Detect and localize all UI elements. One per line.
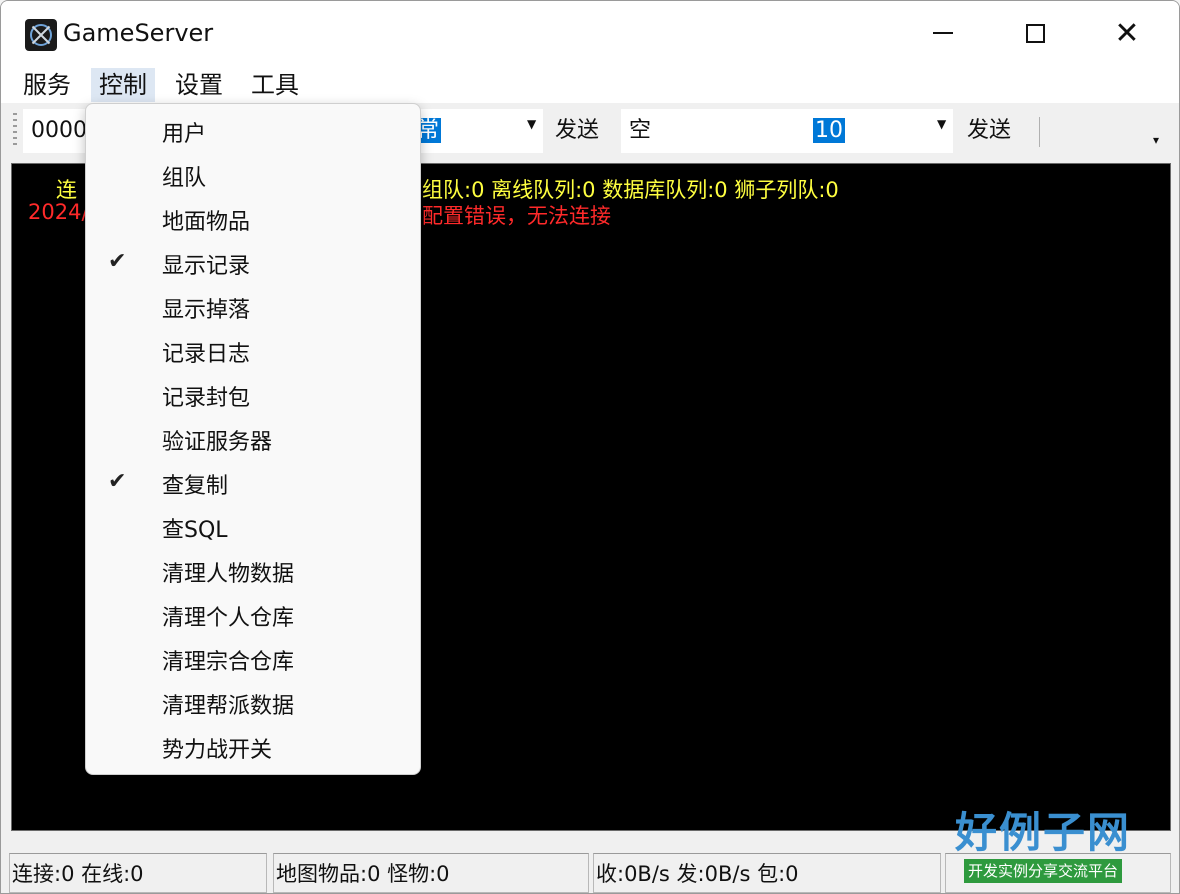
status-map: 地图物品:0 怪物:0 xyxy=(273,853,589,893)
send-button-1[interactable]: 发送 xyxy=(555,109,599,153)
chevron-down-icon[interactable]: ▼ xyxy=(527,117,536,131)
control-menu-item[interactable]: 验证服务器 xyxy=(86,417,420,461)
control-menu-item[interactable]: 查SQL xyxy=(86,505,420,549)
close-icon: ✕ xyxy=(1114,15,1140,51)
close-button[interactable]: ✕ xyxy=(1081,1,1173,65)
control-menu-item-label: 显示掉落 xyxy=(162,298,251,323)
menu-control[interactable]: 控制 xyxy=(91,68,155,102)
status-connections: 连接:0 在线:0 xyxy=(9,853,267,893)
chevron-down-icon[interactable]: ▼ xyxy=(937,117,946,131)
control-menu-item[interactable]: 记录封包 xyxy=(86,373,420,417)
minimize-button[interactable] xyxy=(897,1,989,65)
control-menu-item-label: 记录封包 xyxy=(162,386,251,411)
log-line-error: 配置错误，无法连接 xyxy=(422,204,611,228)
control-menu-item[interactable]: 清理个人仓库 xyxy=(86,593,420,637)
control-menu-item-label: 清理个人仓库 xyxy=(162,606,295,631)
control-menu-item-label: 验证服务器 xyxy=(162,430,273,455)
control-menu-item-label: 地面物品 xyxy=(162,210,251,235)
control-menu-item[interactable]: 清理人物数据 xyxy=(86,549,420,593)
control-menu-item[interactable]: 组队 xyxy=(86,153,420,197)
control-dropdown-menu: 用户组队地面物品 ✔ 显示记录显示掉落记录日志记录封包验证服务器 ✔ 查复制查SQL 清理… xyxy=(85,103,421,775)
log-line-error-prefix: 2024/ xyxy=(28,200,89,224)
control-menu-item-label: 查SQL xyxy=(162,518,228,543)
control-menu-item[interactable]: ✔ 显示记录 xyxy=(86,241,420,285)
control-menu-item[interactable]: 记录日志 xyxy=(86,329,420,373)
toolbar-grip[interactable] xyxy=(13,113,17,147)
control-menu-item-label: 组队 xyxy=(162,166,207,191)
menu-tools[interactable]: 工具 xyxy=(243,68,307,102)
control-menu-item[interactable]: 用户 xyxy=(86,109,420,153)
control-menu-item-label: 清理人物数据 xyxy=(162,562,295,587)
app-logo-icon xyxy=(25,19,57,51)
menu-settings[interactable]: 设置 xyxy=(167,68,231,102)
status-traffic: 收:0B/s 发:0B/s 包:0 xyxy=(593,853,941,893)
control-menu-item[interactable]: 地面物品 xyxy=(86,197,420,241)
checkmark-icon: ✔ xyxy=(108,469,127,494)
app-window: GameServer ✕ 服务 控制 设置 工具 0000 常 ▼ 发送 空 1… xyxy=(0,0,1180,894)
control-menu-item-label: 用户 xyxy=(162,122,207,147)
control-menu-item-label: 清理帮派数据 xyxy=(162,694,295,719)
window-title: GameServer xyxy=(63,19,214,47)
title-bar: GameServer ✕ xyxy=(1,1,1179,65)
minimize-icon xyxy=(933,32,953,34)
control-menu-item[interactable]: 清理帮派数据 xyxy=(86,681,420,725)
control-menu-item-label: 显示记录 xyxy=(162,254,251,279)
count-value: 10 xyxy=(813,118,845,143)
side-panel-edge xyxy=(1171,163,1179,831)
menu-bar: 服务 控制 设置 工具 xyxy=(1,65,1179,103)
control-menu-item-label: 记录日志 xyxy=(162,342,251,367)
control-menu-item-label: 势力战开关 xyxy=(162,738,273,763)
message-input[interactable]: 空 xyxy=(621,109,811,153)
watermark-logo: 好例子网 开发实例分享交流平台 xyxy=(945,807,1141,883)
command-type-select[interactable]: 常 xyxy=(413,109,543,153)
toolbar-separator xyxy=(1039,117,1040,147)
control-menu-item[interactable]: 势力战开关 xyxy=(86,725,420,769)
checkmark-icon: ✔ xyxy=(108,249,127,274)
menu-service[interactable]: 服务 xyxy=(15,68,79,102)
maximize-button[interactable] xyxy=(989,1,1081,65)
watermark-tagline: 开发实例分享交流平台 xyxy=(963,859,1122,883)
control-menu-item[interactable]: 清理宗合仓库 xyxy=(86,637,420,681)
toolbar-overflow-icon[interactable]: ▾ xyxy=(1153,133,1159,147)
control-menu-item-label: 清理宗合仓库 xyxy=(162,650,295,675)
send-button-2[interactable]: 发送 xyxy=(967,109,1011,153)
control-menu-item[interactable]: 显示掉落 xyxy=(86,285,420,329)
count-select[interactable]: 10 xyxy=(811,109,953,153)
control-menu-item[interactable]: ✔ 查复制 xyxy=(86,461,420,505)
watermark-logo-text: 好例子网 xyxy=(954,808,1131,857)
control-menu-item-label: 查复制 xyxy=(162,474,229,499)
maximize-icon xyxy=(1025,23,1045,43)
